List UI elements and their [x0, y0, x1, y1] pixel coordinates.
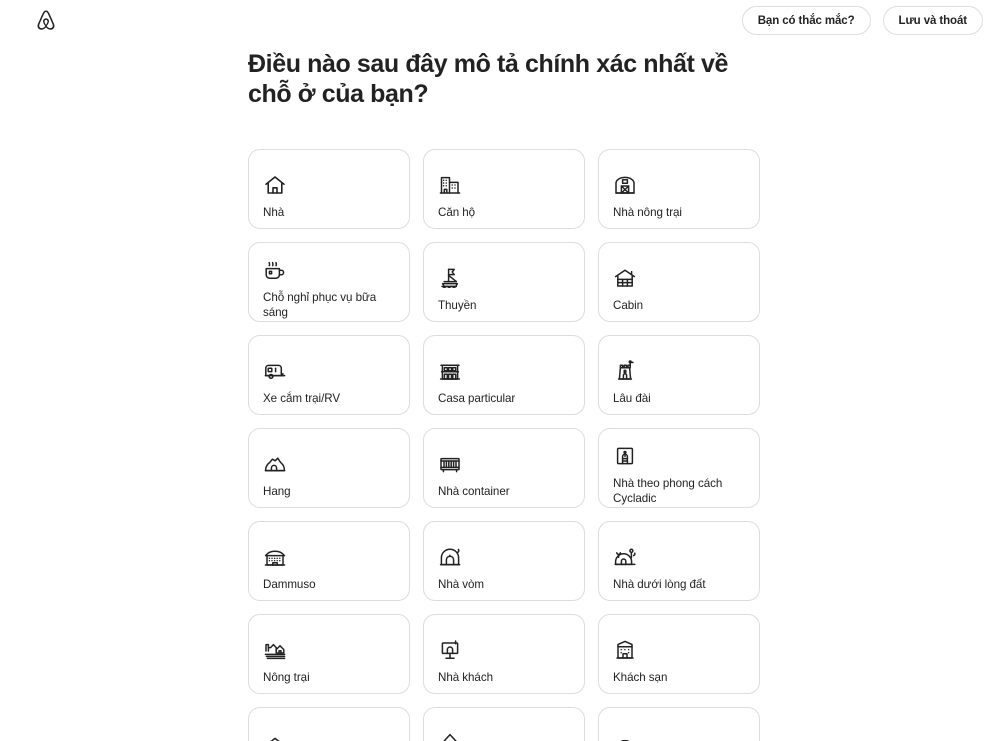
property-type-card[interactable]: Nhà theo phong cách Cycladic [598, 428, 760, 508]
property-type-card[interactable]: Dammuso [248, 521, 410, 601]
airbnb-belo-logo[interactable] [32, 7, 60, 37]
igloo-icon [613, 731, 637, 741]
apartment-icon [438, 173, 462, 197]
property-type-card[interactable]: Lâu đài [598, 335, 760, 415]
farm-icon [263, 638, 287, 662]
property-type-grid: Nhà Căn hộ Nhà nông trại Chỗ nghỉ phục vụ b… [248, 149, 760, 741]
cabin-icon [613, 266, 637, 290]
page-title: Điều nào sau đây mô tả chính xác nhất về… [248, 50, 728, 108]
property-type-label: Nhà container [438, 484, 510, 498]
bed-and-breakfast-coffee-icon [263, 258, 287, 282]
castle-icon [613, 359, 637, 383]
property-type-label: Nhà vòm [438, 577, 485, 591]
casa-particular-icon [438, 359, 462, 383]
property-type-card[interactable]: Nhà băng [598, 707, 760, 741]
property-type-label: Nhà theo phong cách Cycladic [613, 477, 723, 505]
property-type-label: Nhà dưới lòng đất [613, 577, 706, 591]
property-type-label: Căn hộ [438, 205, 476, 219]
property-type-label: Casa particular [438, 391, 516, 405]
container-icon [438, 452, 462, 476]
property-type-label: Dammuso [263, 577, 316, 591]
dome-house-icon [438, 545, 462, 569]
barn-icon [613, 173, 637, 197]
property-type-card[interactable]: Nhà nông trại [598, 149, 760, 229]
cave-icon [263, 452, 287, 476]
help-button[interactable]: Bạn có thắc mắc? [741, 6, 871, 35]
property-type-label: Xe cắm trại/RV [263, 391, 341, 405]
camper-rv-icon [263, 359, 287, 383]
property-type-label: Nhà khách [438, 670, 493, 684]
hut-icon [438, 731, 462, 741]
hotel-icon [613, 638, 637, 662]
content-column: Điều nào sau đây mô tả chính xác nhất về… [245, 49, 760, 741]
property-type-card[interactable]: Hang [248, 428, 410, 508]
houseboat-icon [263, 731, 287, 741]
dammuso-icon [263, 545, 287, 569]
property-type-card[interactable]: Nhà dưới lòng đất [598, 521, 760, 601]
property-type-label: Hang [263, 484, 291, 498]
property-type-card[interactable]: Nhà container [423, 428, 585, 508]
property-type-card[interactable]: Nông trại [248, 614, 410, 694]
property-type-card[interactable]: Nhà vòm [423, 521, 585, 601]
property-type-card[interactable]: Cabin [598, 242, 760, 322]
top-navigation-bar: Bạn có thắc mắc? Lưu và thoát [0, 0, 1001, 41]
boat-icon [438, 266, 462, 290]
property-type-card[interactable]: Nhà [248, 149, 410, 229]
property-type-card[interactable]: Căn hộ [423, 149, 585, 229]
property-type-card[interactable]: Nhà gỗ nhỏ [423, 707, 585, 741]
property-type-label: Thuyền [438, 298, 477, 312]
property-type-card[interactable]: Xe cắm trại/RV [248, 335, 410, 415]
property-type-card[interactable]: Thuyền [423, 242, 585, 322]
cycladic-house-icon [613, 444, 637, 468]
earth-house-icon [613, 545, 637, 569]
house-icon [263, 173, 287, 197]
property-type-card[interactable]: Nhà khách [423, 614, 585, 694]
property-type-label: Cabin [613, 298, 644, 312]
property-type-label: Lâu đài [613, 391, 651, 405]
property-type-label: Chỗ nghỉ phục vụ bữa sáng [263, 291, 377, 319]
property-type-label: Nông trại [263, 670, 310, 684]
property-type-card[interactable]: Casa particular [423, 335, 585, 415]
property-type-card[interactable]: Khách sạn [598, 614, 760, 694]
save-and-exit-button[interactable]: Lưu và thoát [882, 6, 983, 35]
property-type-label: Nhà nông trại [613, 205, 682, 219]
property-type-card[interactable]: Chỗ nghỉ phục vụ bữa sáng [248, 242, 410, 322]
page-scroll-area[interactable]: Điều nào sau đây mô tả chính xác nhất về… [0, 41, 1001, 741]
top-bar-actions: Bạn có thắc mắc? Lưu và thoát [741, 6, 983, 35]
property-type-card[interactable]: Nhà thuyền [248, 707, 410, 741]
property-type-label: Khách sạn [613, 670, 668, 684]
property-type-label: Nhà [263, 205, 285, 219]
guesthouse-icon [438, 638, 462, 662]
